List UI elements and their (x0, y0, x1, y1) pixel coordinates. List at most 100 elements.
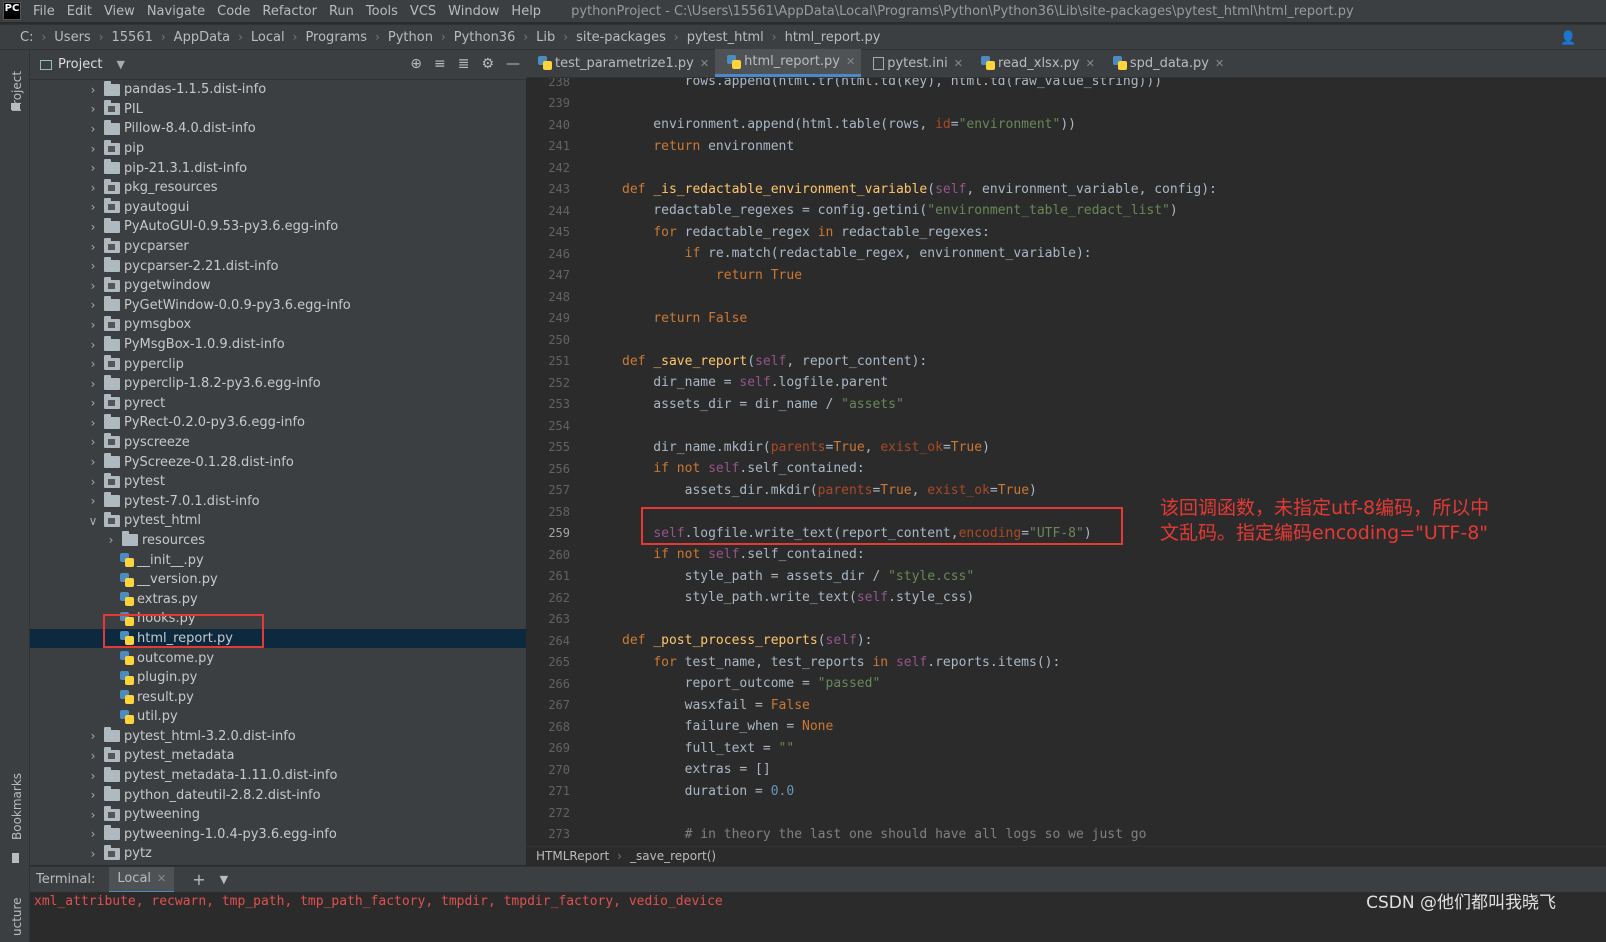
tree-item[interactable]: › pandas-1.1.5.dist-info (30, 80, 526, 100)
menu-navigate[interactable]: Navigate (141, 4, 211, 19)
code-line[interactable]: 239 (526, 93, 1606, 115)
chevron-right-icon[interactable]: › (86, 729, 100, 743)
code-line[interactable]: 271 duration = 0.0 (526, 781, 1606, 803)
code-line[interactable]: 249 return False (526, 308, 1606, 330)
editor-tab[interactable]: test_parametrize1.py ✕ (526, 49, 715, 77)
bookmarks-tool-tab[interactable]: Bookmarks (10, 773, 24, 840)
project-panel-title[interactable]: Project (58, 57, 102, 72)
menu-file[interactable]: File (27, 4, 61, 19)
chevron-right-icon[interactable]: › (86, 220, 100, 234)
code-line[interactable]: 251 def _save_report(self, report_content… (526, 351, 1606, 373)
tree-item[interactable]: › pyrect (30, 394, 526, 414)
code-line[interactable]: 263 (526, 609, 1606, 631)
tree-item[interactable]: __version.py (30, 570, 526, 590)
breadcrumb-function[interactable]: _save_report() (630, 849, 716, 863)
code-line[interactable]: 247 return True (526, 265, 1606, 287)
chevron-right-icon[interactable]: › (86, 318, 100, 332)
close-icon[interactable]: ✕ (700, 57, 709, 70)
menu-window[interactable]: Window (442, 4, 505, 19)
tree-item[interactable]: › pycparser-2.21.dist-info (30, 256, 526, 276)
chevron-right-icon[interactable]: › (86, 298, 100, 312)
code-line[interactable]: 266 report_outcome = "passed" (526, 673, 1606, 695)
tree-item[interactable]: › PyScreeze-0.1.28.dist-info (30, 452, 526, 472)
code-line[interactable]: 242 (526, 157, 1606, 179)
code-view[interactable]: 238 rows.append(html.tr(html.td(key), ht… (526, 78, 1606, 850)
chevron-down-icon[interactable]: ▼ (220, 873, 228, 886)
tree-item[interactable]: › pygetwindow (30, 276, 526, 296)
expand-all-icon[interactable]: ≡ (434, 56, 446, 72)
tree-item[interactable]: › pytz (30, 844, 526, 864)
tree-item[interactable]: › PyAutoGUI-0.9.53-py3.6.egg-info (30, 217, 526, 237)
breadcrumb-item[interactable]: Python36 (454, 30, 516, 45)
editor-tab[interactable]: read_xlsx.py ✕ (969, 49, 1101, 77)
chevron-right-icon[interactable]: › (86, 279, 100, 293)
tree-item[interactable]: › pycparser (30, 237, 526, 257)
code-line[interactable]: 256 if not self.self_contained: (526, 458, 1606, 480)
breadcrumb-class[interactable]: HTMLReport (536, 849, 609, 863)
tree-item[interactable]: › pytest-7.0.1.dist-info (30, 491, 526, 511)
tree-item[interactable]: › pip (30, 139, 526, 159)
collapse-all-icon[interactable]: ≣ (458, 56, 470, 72)
editor-tab[interactable]: html_report.py ✕ (715, 49, 862, 77)
code-line[interactable]: 248 (526, 286, 1606, 308)
close-icon[interactable]: ✕ (157, 872, 166, 885)
code-line[interactable]: 264 def _post_process_reports(self): (526, 630, 1606, 652)
breadcrumb-item[interactable]: site-packages (576, 30, 666, 45)
user-account-icon[interactable]: 👤▾ (1560, 31, 1582, 61)
code-line[interactable]: 269 full_text = "" (526, 738, 1606, 760)
tree-item[interactable]: › PyGetWindow-0.0.9-py3.6.egg-info (30, 296, 526, 316)
breadcrumb-item[interactable]: AppData (174, 30, 230, 45)
chevron-right-icon[interactable]: › (86, 435, 100, 449)
breadcrumb-item[interactable]: Users (54, 30, 90, 45)
code-line[interactable]: 238 rows.append(html.tr(html.td(key), ht… (526, 78, 1606, 93)
breadcrumb-item[interactable]: Lib (536, 30, 555, 45)
code-line[interactable]: 245 for redactable_regex in redactable_r… (526, 222, 1606, 244)
code-line[interactable]: 260 if not self.self_contained: (526, 544, 1606, 566)
chevron-right-icon[interactable]: › (86, 122, 100, 136)
tree-item[interactable]: extras.py (30, 589, 526, 609)
breadcrumb-item[interactable]: Programs (305, 30, 367, 45)
code-line[interactable]: 253 assets_dir = dir_name / "assets" (526, 394, 1606, 416)
menu-vcs[interactable]: VCS (404, 4, 442, 19)
tree-item[interactable]: outcome.py (30, 648, 526, 668)
chevron-right-icon[interactable]: › (86, 827, 100, 841)
tree-item[interactable]: › pytweening (30, 805, 526, 825)
tree-item[interactable]: › PIL (30, 100, 526, 120)
breadcrumb-item[interactable]: 15561 (112, 30, 153, 45)
code-line[interactable]: 254 (526, 415, 1606, 437)
chevron-right-icon[interactable]: › (86, 102, 100, 116)
chevron-right-icon[interactable]: › (86, 769, 100, 783)
terminal-tab-local[interactable]: Local ✕ (109, 866, 175, 893)
close-icon[interactable]: ✕ (954, 57, 963, 70)
tree-item[interactable]: › pip-21.3.1.dist-info (30, 158, 526, 178)
code-line[interactable]: 250 (526, 329, 1606, 351)
menu-edit[interactable]: Edit (61, 4, 98, 19)
editor-tab[interactable]: pytest.ini ✕ (861, 49, 969, 77)
chevron-right-icon[interactable]: › (86, 161, 100, 175)
tree-item[interactable]: › pyperclip-1.8.2-py3.6.egg-info (30, 374, 526, 394)
tree-item[interactable]: › pytest_html-3.2.0.dist-info (30, 727, 526, 747)
chevron-right-icon[interactable]: › (86, 396, 100, 410)
gear-icon[interactable]: ⚙ (481, 56, 494, 72)
breadcrumb-item[interactable]: html_report.py (785, 30, 881, 45)
chevron-right-icon[interactable]: › (104, 533, 118, 547)
tree-item[interactable]: › pkg_resources (30, 178, 526, 198)
chevron-right-icon[interactable]: › (86, 847, 100, 861)
chevron-down-icon[interactable]: ∨ (86, 514, 100, 528)
code-line[interactable]: 244 redactable_regexes = config.getini("… (526, 200, 1606, 222)
tree-item[interactable]: util.py (30, 707, 526, 727)
menu-run[interactable]: Run (323, 4, 360, 19)
close-icon[interactable]: ✕ (1086, 57, 1095, 70)
tree-item[interactable]: plugin.py (30, 668, 526, 688)
chevron-right-icon[interactable]: › (86, 808, 100, 822)
close-icon[interactable]: ✕ (1215, 57, 1224, 70)
tree-item[interactable]: › pytweening-1.0.4-py3.6.egg-info (30, 825, 526, 845)
breadcrumb-item[interactable]: Python (388, 30, 433, 45)
locate-file-icon[interactable]: ⊕ (410, 56, 422, 72)
chevron-right-icon[interactable]: › (86, 142, 100, 156)
code-line[interactable]: 262 style_path.write_text(self.style_css… (526, 587, 1606, 609)
code-line[interactable]: 255 dir_name.mkdir(parents=True, exist_o… (526, 437, 1606, 459)
code-line[interactable]: 241 return environment (526, 136, 1606, 158)
tree-item[interactable]: › pytest (30, 472, 526, 492)
tree-item[interactable]: › pymsgbox (30, 315, 526, 335)
